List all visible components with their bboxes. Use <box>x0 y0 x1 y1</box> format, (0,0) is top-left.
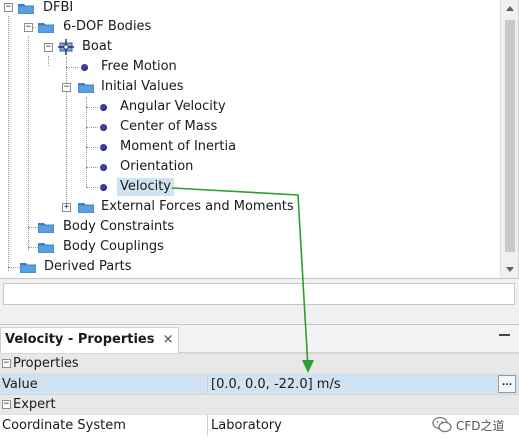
folder-icon <box>38 23 54 33</box>
tree-item-velocity[interactable]: Velocity <box>117 177 174 197</box>
property-name: Value <box>2 377 38 392</box>
folder-icon <box>20 263 36 273</box>
tree-guide-line <box>86 187 98 188</box>
tree-item-center-of-mass[interactable]: Center of Mass <box>117 117 220 137</box>
tree-item-boat[interactable]: Boat <box>79 37 115 57</box>
folder-icon <box>18 4 34 14</box>
blue-dot-icon <box>100 104 107 111</box>
watermark-text: CFD之道 <box>456 418 505 433</box>
tree-guide-line <box>86 147 98 148</box>
tree-guide-line <box>66 57 67 207</box>
folder-icon <box>38 223 54 233</box>
tree-guide-line <box>86 127 98 128</box>
blue-dot-icon <box>100 184 107 191</box>
tree-guide-line <box>8 267 20 268</box>
blue-dot-icon <box>100 144 107 151</box>
collapse-toggle-icon[interactable]: − <box>24 23 33 32</box>
status-field <box>3 283 515 305</box>
collapse-toggle-icon[interactable]: − <box>44 43 53 52</box>
body-crosshair-icon <box>58 39 74 55</box>
section-title: Expert <box>13 397 56 412</box>
tree-item-moment-of-inertia[interactable]: Moment of Inertia <box>117 137 239 157</box>
tree-vertical-scrollbar[interactable] <box>500 0 518 278</box>
tree-guide-line <box>86 167 98 168</box>
property-row-value[interactable]: Value [0.0, 0.0, -22.0] m/s ... <box>0 373 519 395</box>
tree-item-6dof-bodies[interactable]: 6-DOF Bodies <box>60 17 154 37</box>
blue-dot-icon <box>81 64 88 71</box>
tree-guide-line <box>8 16 9 271</box>
tree-item-angular-velocity[interactable]: Angular Velocity <box>117 97 229 117</box>
collapse-toggle-icon[interactable]: − <box>2 400 11 409</box>
tree-guide-line <box>86 107 98 108</box>
tree-item-free-motion[interactable]: Free Motion <box>98 57 180 77</box>
tree-item-derived-parts[interactable]: Derived Parts <box>41 257 134 277</box>
folder-icon <box>38 243 54 253</box>
tree-guide-line <box>28 227 38 228</box>
property-value[interactable]: [0.0, 0.0, -22.0] m/s <box>211 374 341 395</box>
simulation-tree[interactable]: − − − − + DFBI 6-DOF Bodies Boat Free Mo… <box>0 0 519 278</box>
section-expert[interactable]: − Expert <box>0 394 519 414</box>
tree-item-dfbi[interactable]: DFBI <box>40 0 76 18</box>
property-value[interactable]: Laboratory <box>211 415 282 436</box>
scroll-up-arrow-icon[interactable] <box>506 6 514 11</box>
close-icon[interactable]: × <box>163 328 174 352</box>
tree-item-body-constraints[interactable]: Body Constraints <box>60 217 177 237</box>
tree-guide-line <box>48 56 49 66</box>
collapse-toggle-icon[interactable]: − <box>4 3 13 12</box>
edit-value-button[interactable]: ... <box>498 375 516 393</box>
column-divider <box>207 374 208 395</box>
tree-guide-line <box>28 36 29 251</box>
collapse-toggle-icon[interactable]: − <box>2 359 11 368</box>
tab-title: Velocity - Properties <box>5 332 155 347</box>
tree-item-initial-values[interactable]: Initial Values <box>98 77 187 97</box>
tree-item-body-couplings[interactable]: Body Couplings <box>60 237 167 257</box>
tree-guide-line <box>86 97 87 187</box>
blue-dot-icon <box>100 164 107 171</box>
section-properties[interactable]: − Properties <box>0 353 519 373</box>
tab-velocity-properties[interactable]: Velocity - Properties × <box>0 327 180 353</box>
folder-icon <box>78 203 94 213</box>
folder-icon <box>78 83 94 93</box>
scroll-thumb[interactable] <box>505 20 515 252</box>
properties-tab-bar: Velocity - Properties × <box>0 325 519 353</box>
watermark: CFD之道 <box>432 414 505 436</box>
scroll-down-arrow-icon[interactable] <box>506 267 514 272</box>
column-divider <box>207 415 208 436</box>
tree-guide-line <box>28 247 38 248</box>
status-area <box>0 278 519 324</box>
collapse-toggle-icon[interactable]: − <box>62 83 71 92</box>
property-name: Coordinate System <box>2 418 126 433</box>
expand-toggle-icon[interactable]: + <box>62 203 71 212</box>
blue-dot-icon <box>100 124 107 131</box>
tree-item-external-forces-and-moments[interactable]: External Forces and Moments <box>98 197 297 217</box>
tree-guide-line <box>66 67 78 68</box>
minimize-icon[interactable] <box>499 334 510 336</box>
section-title: Properties <box>13 356 79 371</box>
wechat-icon <box>432 416 452 433</box>
tree-item-orientation[interactable]: Orientation <box>117 157 196 177</box>
